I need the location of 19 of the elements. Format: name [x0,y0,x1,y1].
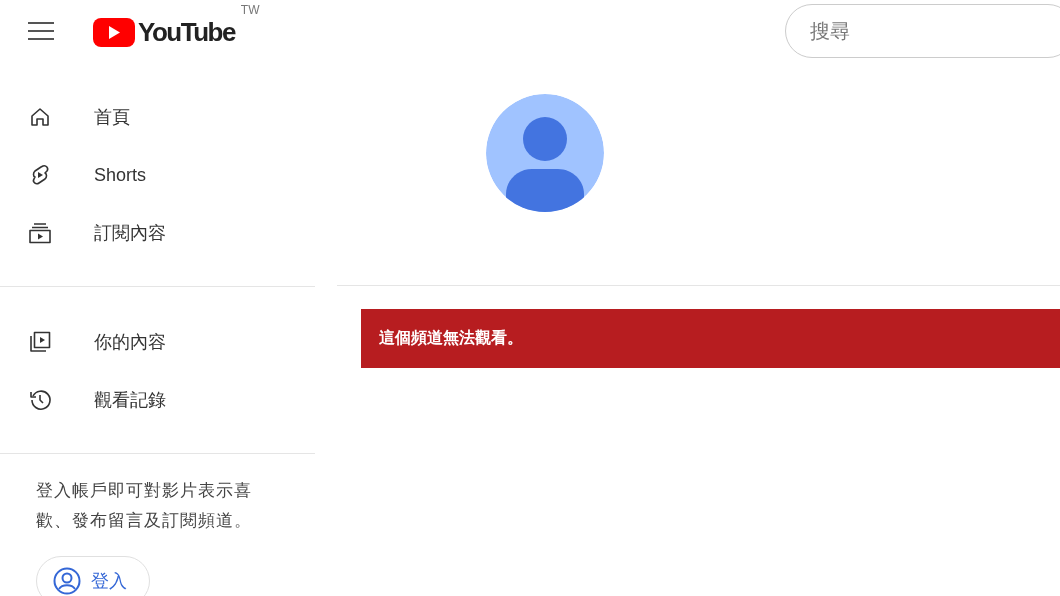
user-icon [53,567,81,595]
signin-button[interactable]: 登入 [36,556,150,596]
avatar-icon [486,94,604,212]
sidebar-item[interactable]: 首頁 [0,88,315,146]
region-code: TW [240,2,260,17]
history-icon [28,388,52,412]
sidebar-item[interactable]: 你的內容 [0,313,315,371]
library-icon [28,330,52,354]
sidebar-item[interactable]: 觀看記錄 [0,371,315,429]
sidebar-item[interactable]: Shorts [0,146,315,204]
menu-icon[interactable] [28,21,54,41]
search-field[interactable]: 搜尋 [785,4,1060,58]
sidebar-item[interactable]: 訂閱內容 [0,204,315,262]
home-icon [28,105,52,129]
subscriptions-icon [28,221,52,245]
signin-prompt: 登入帳戶即可對影片表示喜歡、發布留言及訂閱頻道。 [36,480,253,532]
logo-wordmark[interactable]: YouTube [138,16,235,48]
play-logo-icon[interactable] [93,17,135,47]
error-message: 這個頻道無法觀看。 [379,328,523,348]
